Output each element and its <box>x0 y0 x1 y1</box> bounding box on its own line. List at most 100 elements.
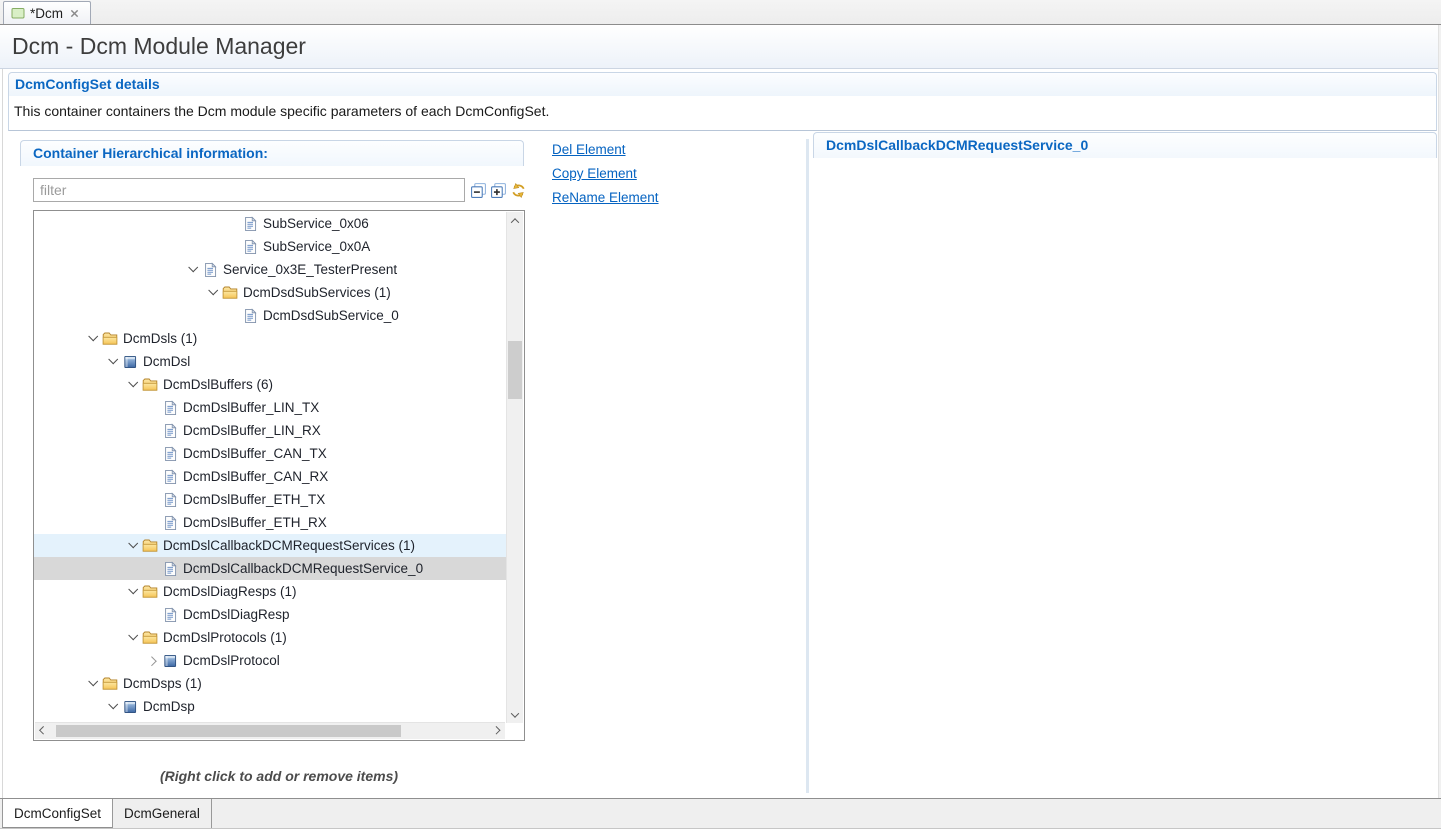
tree-item[interactable]: DcmDslBuffer_CAN_RX <box>34 465 506 488</box>
filter-row <box>33 178 527 202</box>
bottom-tabbar: DcmConfigSetDcmGeneral <box>0 798 1441 829</box>
model-file-icon <box>11 6 25 20</box>
chevron-expanded-icon[interactable] <box>204 284 221 301</box>
chevron-expanded-icon[interactable] <box>124 376 141 393</box>
module-icon <box>122 699 138 715</box>
tree-item[interactable]: Service_0x3E_TesterPresent <box>34 258 506 281</box>
tree-item-label: DcmDslBuffers (6) <box>163 377 279 392</box>
tree-item[interactable]: DcmDslBuffers (6) <box>34 373 506 396</box>
tree-item[interactable]: DcmDslBuffer_CAN_TX <box>34 442 506 465</box>
scroll-left-button[interactable] <box>36 723 51 738</box>
content-left-border <box>2 69 3 798</box>
editor-tab-dcm[interactable]: *Dcm <box>3 1 91 24</box>
tree-item-label: DcmDsp <box>143 699 201 714</box>
context-menu-hint: (Right click to add or remove items) <box>33 768 525 784</box>
tree-item-label: Service_0x3E_TesterPresent <box>223 262 403 277</box>
container-tree-panel: SubService_0x06 SubService_0x0A Service_0x… <box>33 210 525 741</box>
tree-item[interactable]: DcmDslCallbackDCMRequestServices (1) <box>34 534 506 557</box>
tree-item[interactable]: DcmDslCallbackDCMRequestService_0 <box>34 557 506 580</box>
vertical-scrollbar[interactable] <box>506 212 523 723</box>
tree-item[interactable]: DcmDsls (1) <box>34 327 506 350</box>
chevron-spacer <box>144 445 161 462</box>
tree-item-label: DcmDslBuffer_CAN_RX <box>183 469 334 484</box>
tree-item[interactable]: DcmDslBuffer_ETH_TX <box>34 488 506 511</box>
tree-item[interactable]: SubService_0x0A <box>34 235 506 258</box>
chevron-expanded-icon[interactable] <box>84 330 101 347</box>
tree-item[interactable]: DcmDslDiagResp <box>34 603 506 626</box>
tree-item[interactable]: DcmDslProtocol <box>34 649 506 672</box>
copy-element-link[interactable]: Copy Element <box>552 166 659 181</box>
chevron-spacer <box>224 215 241 232</box>
chevron-expanded-icon[interactable] <box>104 698 121 715</box>
folder-icon <box>142 630 158 646</box>
document-icon <box>162 515 178 531</box>
configset-details-section: DcmConfigSet details This container cont… <box>8 72 1437 131</box>
tree-item-label: DcmDsps (1) <box>123 676 208 691</box>
tree-item[interactable]: DcmDslBuffer_LIN_TX <box>34 396 506 419</box>
chevron-spacer <box>144 399 161 416</box>
expand-all-icon[interactable] <box>490 182 507 199</box>
editor-tabbar: *Dcm <box>0 0 1441 25</box>
tree-item-label: DcmDslBuffer_LIN_TX <box>183 400 325 415</box>
editor-tab-title: *Dcm <box>30 6 63 21</box>
document-icon <box>162 492 178 508</box>
tree-item-label: SubService_0x06 <box>263 216 375 231</box>
detail-panel-title: DcmDslCallbackDCMRequestService_0 <box>813 132 1437 158</box>
tree-item-label: DcmDslBuffer_CAN_TX <box>183 446 333 461</box>
tree-item[interactable]: DcmDsl <box>34 350 506 373</box>
refresh-icon[interactable] <box>510 182 527 199</box>
close-icon[interactable] <box>70 9 79 18</box>
tree-item-label: DcmDsls (1) <box>123 331 203 346</box>
tree-item[interactable]: DcmDslProtocols (1) <box>34 626 506 649</box>
module-icon <box>122 354 138 370</box>
chevron-expanded-icon[interactable] <box>124 537 141 554</box>
folder-icon <box>142 377 158 393</box>
tree-item-label: DcmDslDiagResps (1) <box>163 584 303 599</box>
chevron-spacer <box>224 238 241 255</box>
tree-item[interactable]: SubService_0x06 <box>34 212 506 235</box>
chevron-spacer <box>144 606 161 623</box>
scroll-up-button[interactable] <box>507 213 522 228</box>
document-icon <box>162 446 178 462</box>
tab-dcmconfigset[interactable]: DcmConfigSet <box>2 799 113 828</box>
tree-item-label: DcmDslBuffer_ETH_RX <box>183 515 333 530</box>
document-icon <box>162 561 178 577</box>
scroll-right-button[interactable] <box>489 723 504 738</box>
document-icon <box>202 262 218 278</box>
vertical-scrollbar-thumb[interactable] <box>508 341 522 399</box>
scroll-down-button[interactable] <box>507 707 522 722</box>
collapse-all-icon[interactable] <box>470 182 487 199</box>
chevron-expanded-icon[interactable] <box>124 629 141 646</box>
document-icon <box>162 423 178 439</box>
folder-icon <box>222 285 238 301</box>
container-hierarchy-header: Container Hierarchical information: <box>20 140 524 166</box>
tree-item[interactable]: DcmDslBuffer_LIN_RX <box>34 419 506 442</box>
chevron-expanded-icon[interactable] <box>124 583 141 600</box>
tree-item-label: DcmDsdSubServices (1) <box>243 285 397 300</box>
rename-element-link[interactable]: ReName Element <box>552 190 659 205</box>
horizontal-scrollbar-thumb[interactable] <box>56 725 401 737</box>
tree-item-label: DcmDslProtocol <box>183 653 286 668</box>
del-element-link[interactable]: Del Element <box>552 142 659 157</box>
chevron-expanded-icon[interactable] <box>84 675 101 692</box>
tree-item[interactable]: DcmDsdSubServices (1) <box>34 281 506 304</box>
folder-icon <box>142 538 158 554</box>
tab-dcmgeneral[interactable]: DcmGeneral <box>113 799 212 828</box>
tree-item-label: DcmDsl <box>143 354 196 369</box>
tree-item[interactable]: DcmDsp <box>34 695 506 718</box>
folder-icon <box>142 584 158 600</box>
folder-icon <box>102 676 118 692</box>
chevron-expanded-icon[interactable] <box>184 261 201 278</box>
chevron-collapsed-icon[interactable] <box>144 652 161 669</box>
chevron-expanded-icon[interactable] <box>104 353 121 370</box>
tree-item-label: SubService_0x0A <box>263 239 376 254</box>
tree-item[interactable]: DcmDslBuffer_ETH_RX <box>34 511 506 534</box>
tree-item[interactable]: DcmDsps (1) <box>34 672 506 695</box>
configset-details-description: This container containers the Dcm module… <box>9 96 1436 119</box>
tree-item[interactable]: DcmDslDiagResps (1) <box>34 580 506 603</box>
document-icon <box>242 308 258 324</box>
tree-item[interactable]: DcmDsdSubService_0 <box>34 304 506 327</box>
filter-input[interactable] <box>33 178 465 202</box>
horizontal-scrollbar[interactable] <box>35 722 505 739</box>
chevron-spacer <box>144 491 161 508</box>
